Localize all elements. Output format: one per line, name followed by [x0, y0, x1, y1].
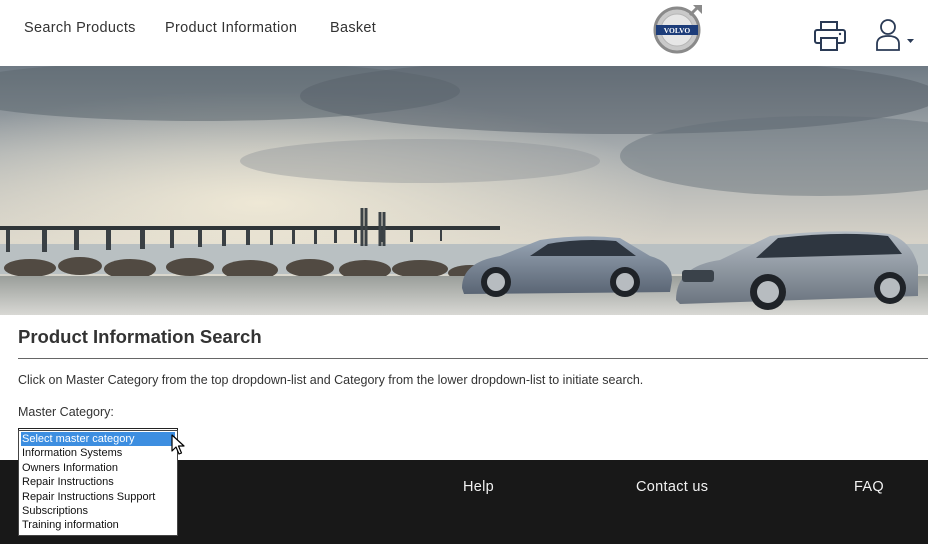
footer-faq-link[interactable]: FAQ: [854, 479, 884, 495]
printer-icon[interactable]: [812, 18, 848, 54]
volvo-logo[interactable]: VOLVO: [652, 3, 704, 55]
page-title: Product Information Search: [18, 326, 262, 347]
master-category-label: Master Category:: [18, 405, 114, 419]
dropdown-option-owners-information[interactable]: Owners Information: [19, 461, 177, 475]
title-divider: [18, 358, 928, 359]
hero-banner: [0, 66, 928, 315]
dropdown-option-training-information[interactable]: Training information: [19, 518, 177, 532]
dropdown-option-select-master-category[interactable]: Select master category: [21, 432, 175, 447]
logo-text: VOLVO: [664, 26, 691, 35]
caret-down-icon: [907, 39, 914, 43]
dropdown-option-repair-instructions-support[interactable]: Repair Instructions Support: [19, 490, 177, 504]
instructions-text: Click on Master Category from the top dr…: [18, 373, 644, 387]
dropdown-option-information-systems[interactable]: Information Systems: [19, 446, 177, 460]
footer-help-link[interactable]: Help: [463, 479, 494, 495]
footer-contact-link[interactable]: Contact us: [636, 479, 708, 495]
nav-search-products[interactable]: Search Products: [24, 20, 136, 36]
master-category-dropdown-list[interactable]: Select master category Information Syste…: [18, 430, 178, 536]
mouse-pointer-icon: [171, 434, 185, 455]
dropdown-option-subscriptions[interactable]: Subscriptions: [19, 504, 177, 518]
user-icon[interactable]: [874, 18, 918, 54]
top-header: Search Products Product Information Bask…: [0, 0, 928, 67]
dropdown-option-repair-instructions[interactable]: Repair Instructions: [19, 475, 177, 489]
nav-product-information[interactable]: Product Information: [165, 20, 297, 36]
nav-basket[interactable]: Basket: [330, 20, 376, 36]
